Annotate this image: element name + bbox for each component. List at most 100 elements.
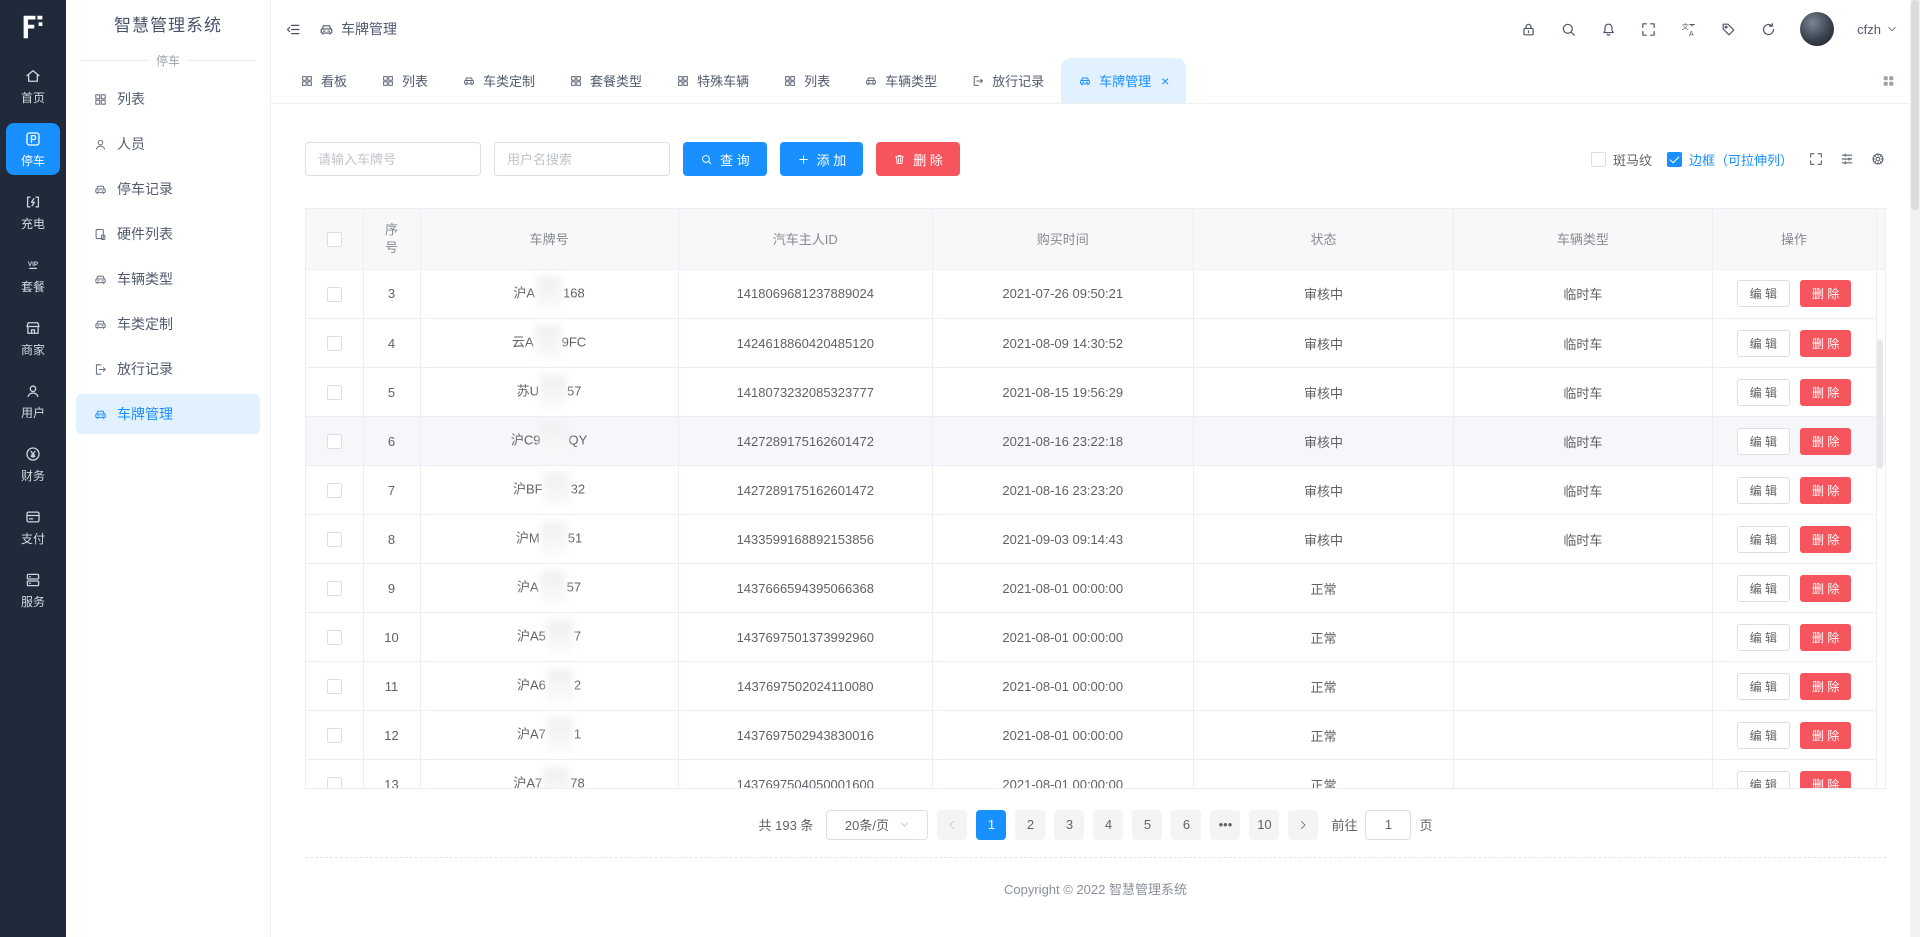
row-delete-button[interactable]: 删 除 <box>1800 379 1851 406</box>
page-button[interactable]: 4 <box>1093 810 1123 840</box>
fullscreen-icon[interactable] <box>1808 151 1824 167</box>
rail-item[interactable]: 服务 <box>6 564 60 616</box>
prev-page-button[interactable] <box>937 810 967 840</box>
sidebar-item[interactable]: 硬件列表 <box>76 214 260 254</box>
collapse-sidebar-icon[interactable] <box>285 21 302 38</box>
lock-icon[interactable] <box>1520 21 1537 38</box>
sidebar-item[interactable]: 人员 <box>76 124 260 164</box>
edit-button[interactable]: 编 辑 <box>1737 428 1790 455</box>
page-size-select[interactable]: 20条/页 <box>826 810 928 840</box>
edit-button[interactable]: 编 辑 <box>1737 330 1790 357</box>
row-delete-button[interactable]: 删 除 <box>1800 771 1851 788</box>
sidebar-item[interactable]: 列表 <box>76 79 260 119</box>
tab[interactable]: 车牌管理 × <box>1061 58 1186 103</box>
refresh-icon[interactable] <box>1760 21 1777 38</box>
add-button[interactable]: 添 加 <box>780 142 864 176</box>
row-checkbox[interactable] <box>327 287 342 302</box>
rail-item[interactable]: 支付 <box>6 501 60 553</box>
rail-item[interactable]: 充电 <box>6 186 60 238</box>
border-checkbox[interactable] <box>1667 152 1682 167</box>
rail-item[interactable]: 首页 <box>6 60 60 112</box>
tab[interactable]: 套餐类型 × <box>552 58 659 103</box>
row-checkbox[interactable] <box>327 434 342 449</box>
page-button[interactable]: 5 <box>1132 810 1162 840</box>
delete-button[interactable]: 删 除 <box>876 142 960 176</box>
border-checkbox-group[interactable]: 边框（可拉伸列） <box>1667 150 1793 169</box>
tab[interactable]: 特殊车辆 × <box>659 58 766 103</box>
next-page-button[interactable] <box>1288 810 1318 840</box>
rail-item[interactable]: 商家 <box>6 312 60 364</box>
tab[interactable]: 车辆类型 × <box>847 58 954 103</box>
row-checkbox[interactable] <box>327 336 342 351</box>
edit-button[interactable]: 编 辑 <box>1737 280 1790 307</box>
table-scrollbar-thumb[interactable] <box>1877 339 1883 469</box>
edit-button[interactable]: 编 辑 <box>1737 624 1790 651</box>
page-button[interactable]: 2 <box>1015 810 1045 840</box>
row-checkbox[interactable] <box>327 728 342 743</box>
row-delete-button[interactable]: 删 除 <box>1800 526 1851 553</box>
row-delete-button[interactable]: 删 除 <box>1800 477 1851 504</box>
row-delete-button[interactable]: 删 除 <box>1800 722 1851 749</box>
row-checkbox[interactable] <box>327 630 342 645</box>
plate-search-input[interactable] <box>305 142 481 176</box>
row-checkbox[interactable] <box>327 385 342 400</box>
row-delete-button[interactable]: 删 除 <box>1800 280 1851 307</box>
sidebar-item[interactable]: 放行记录 <box>76 349 260 389</box>
row-checkbox[interactable] <box>327 777 342 787</box>
row-delete-button[interactable]: 删 除 <box>1800 673 1851 700</box>
edit-button[interactable]: 编 辑 <box>1737 722 1790 749</box>
avatar[interactable] <box>1800 12 1834 46</box>
row-checkbox[interactable] <box>327 532 342 547</box>
rail-item[interactable]: 用户 <box>6 375 60 427</box>
row-checkbox[interactable] <box>327 679 342 694</box>
username-search-input[interactable] <box>494 142 670 176</box>
sidebar-item[interactable]: 停车记录 <box>76 169 260 209</box>
window-scrollbar[interactable] <box>1910 0 1920 937</box>
rail-item[interactable]: 财务 <box>6 438 60 490</box>
row-checkbox[interactable] <box>327 483 342 498</box>
page-button[interactable]: 6 <box>1171 810 1201 840</box>
sidebar-item[interactable]: 车类定制 <box>76 304 260 344</box>
rail-item[interactable]: VIP 套餐 <box>6 249 60 301</box>
column-settings-icon[interactable] <box>1839 151 1855 167</box>
bell-icon[interactable] <box>1600 21 1617 38</box>
breadcrumb[interactable]: 车牌管理 <box>318 19 397 39</box>
row-checkbox[interactable] <box>327 581 342 596</box>
page-button[interactable]: ••• <box>1210 810 1240 840</box>
rail-item[interactable]: 停车 <box>6 123 60 175</box>
zebra-checkbox[interactable] <box>1591 152 1606 167</box>
tab[interactable]: 列表 × <box>766 58 847 103</box>
page-button[interactable]: 3 <box>1054 810 1084 840</box>
goto-page-input[interactable] <box>1365 810 1411 840</box>
row-delete-button[interactable]: 删 除 <box>1800 428 1851 455</box>
tab[interactable]: 放行记录 × <box>954 58 1061 103</box>
edit-button[interactable]: 编 辑 <box>1737 575 1790 602</box>
edit-button[interactable]: 编 辑 <box>1737 379 1790 406</box>
window-scrollbar-thumb[interactable] <box>1911 0 1919 210</box>
edit-button[interactable]: 编 辑 <box>1737 477 1790 504</box>
tab[interactable]: 车类定制 × <box>445 58 552 103</box>
tab-options-grid-icon[interactable] <box>1881 73 1896 88</box>
search-icon[interactable] <box>1560 21 1577 38</box>
tab[interactable]: 看板 × <box>283 58 364 103</box>
fullscreen-icon[interactable] <box>1640 21 1657 38</box>
tab[interactable]: 列表 × <box>364 58 445 103</box>
edit-button[interactable]: 编 辑 <box>1737 771 1790 788</box>
row-delete-button[interactable]: 删 除 <box>1800 330 1851 357</box>
app-logo[interactable] <box>18 0 48 54</box>
user-menu[interactable]: cfzh <box>1857 22 1898 37</box>
page-button[interactable]: 1 <box>976 810 1006 840</box>
page-button[interactable]: 10 <box>1249 810 1279 840</box>
row-delete-button[interactable]: 删 除 <box>1800 624 1851 651</box>
close-icon[interactable]: × <box>1161 74 1169 88</box>
select-all-checkbox[interactable] <box>327 232 342 247</box>
search-button[interactable]: 查 询 <box>683 142 767 176</box>
row-delete-button[interactable]: 删 除 <box>1800 575 1851 602</box>
gear-icon[interactable] <box>1870 151 1886 167</box>
theme-icon[interactable] <box>1720 21 1737 38</box>
edit-button[interactable]: 编 辑 <box>1737 526 1790 553</box>
edit-button[interactable]: 编 辑 <box>1737 673 1790 700</box>
sidebar-item[interactable]: 车牌管理 <box>76 394 260 434</box>
translate-icon[interactable]: 文A <box>1680 21 1697 38</box>
sidebar-item[interactable]: 车辆类型 <box>76 259 260 299</box>
